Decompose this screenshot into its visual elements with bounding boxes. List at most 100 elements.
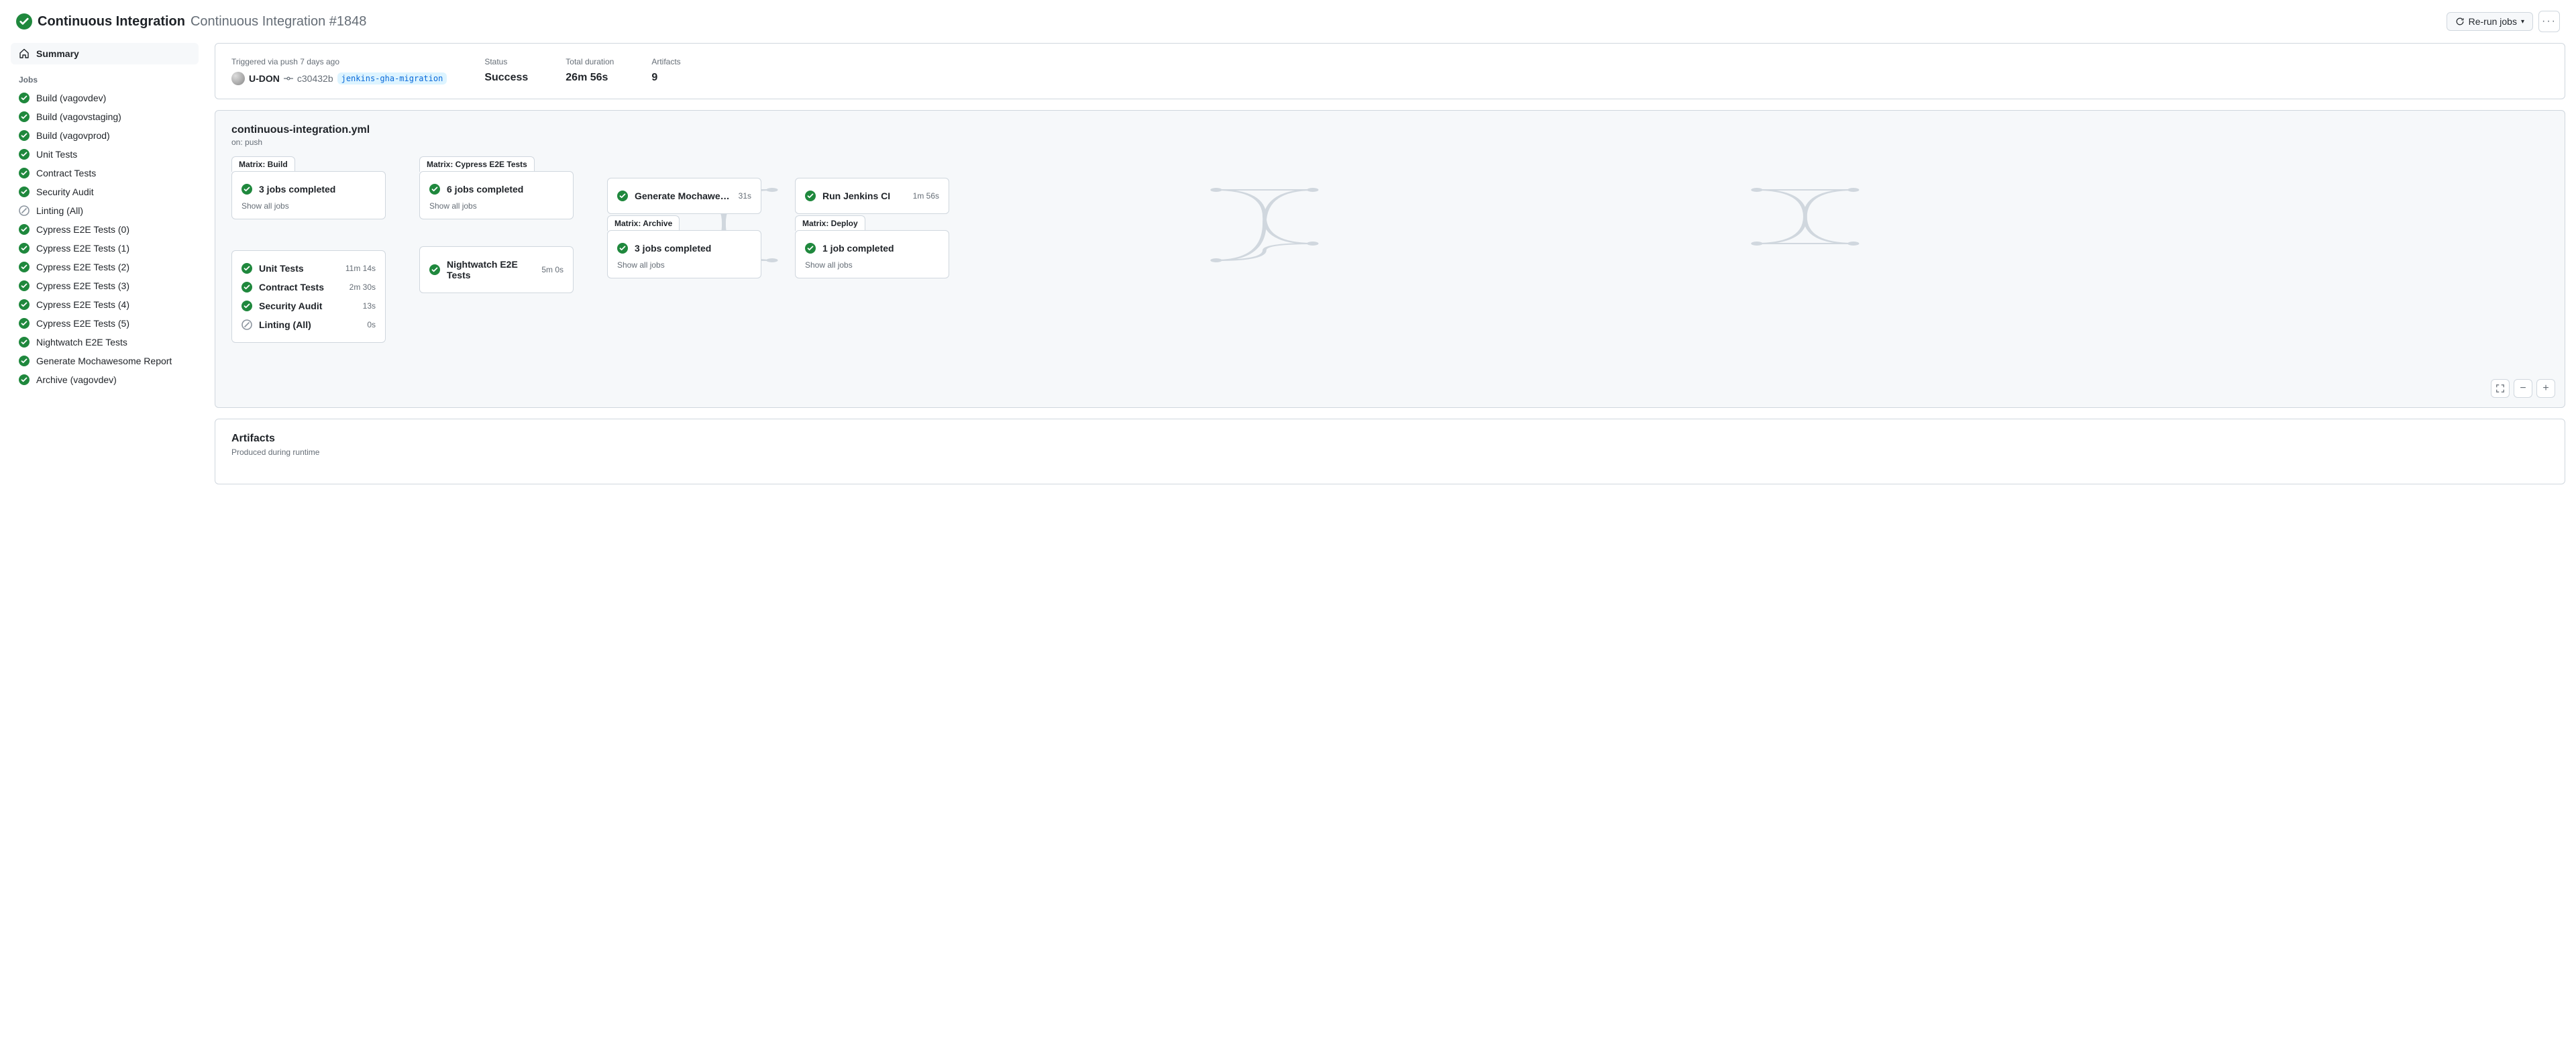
sidebar-job-item[interactable]: Build (vagovprod) [11, 126, 199, 145]
graph-job-time: 0s [367, 320, 376, 329]
commit-sha[interactable]: c30432b [297, 73, 333, 84]
workflow-run-number: Continuous Integration #1848 [191, 14, 366, 30]
sidebar-job-label: Cypress E2E Tests (2) [36, 262, 129, 272]
graph-card-cypress[interactable]: 6 jobs completed Show all jobs [419, 171, 574, 219]
success-icon [241, 282, 252, 293]
rerun-jobs-button[interactable]: Re-run jobs ▾ [2447, 12, 2533, 31]
zoom-in-button[interactable]: + [2536, 379, 2555, 398]
avatar[interactable] [231, 72, 245, 85]
sidebar-job-label: Cypress E2E Tests (5) [36, 318, 129, 329]
home-icon [19, 48, 30, 59]
success-icon [429, 264, 440, 275]
duration-label: Total duration [566, 57, 614, 66]
sidebar-job-label: Build (vagovdev) [36, 93, 106, 103]
graph-job-name: Contract Tests [259, 282, 343, 293]
sidebar-job-label: Cypress E2E Tests (1) [36, 243, 129, 254]
sidebar-job-label: Linting (All) [36, 205, 83, 216]
show-all-jobs[interactable]: Show all jobs [805, 260, 939, 270]
sidebar-job-label: Contract Tests [36, 168, 96, 178]
sidebar-job-label: Unit Tests [36, 149, 77, 160]
kebab-menu-button[interactable]: ··· [2538, 11, 2560, 32]
sidebar-job-label: Cypress E2E Tests (4) [36, 299, 129, 310]
graph-job-row[interactable]: Security Audit13s [241, 297, 376, 315]
artifacts-sub: Produced during runtime [231, 447, 2548, 457]
workflow-graph-panel: continuous-integration.yml on: push [215, 110, 2565, 408]
graph-card-title: 3 jobs completed [635, 243, 751, 254]
kebab-icon: ··· [2542, 15, 2557, 28]
trigger-user[interactable]: U-DON [249, 73, 280, 84]
matrix-label-build: Matrix: Build [231, 156, 295, 172]
artifacts-value[interactable]: 9 [651, 72, 680, 84]
graph-card-jenkins[interactable]: Run Jenkins CI 1m 56s [795, 178, 949, 214]
show-all-jobs[interactable]: Show all jobs [429, 201, 564, 211]
sidebar-jobs-label: Jobs [11, 64, 199, 89]
graph-card-title: Run Jenkins CI [822, 191, 906, 201]
success-icon [19, 187, 30, 197]
duration-value: 26m 56s [566, 72, 614, 84]
sidebar-summary[interactable]: Summary [11, 43, 199, 64]
sidebar-job-item[interactable]: Cypress E2E Tests (2) [11, 258, 199, 276]
graph-job-name: Linting (All) [259, 319, 360, 330]
success-icon [19, 374, 30, 385]
matrix-label-cypress: Matrix: Cypress E2E Tests [419, 156, 535, 172]
sidebar-job-item[interactable]: Linting (All) [11, 201, 199, 220]
graph-card-build[interactable]: 3 jobs completed Show all jobs [231, 171, 386, 219]
sidebar-job-label: Archive (vagovdev) [36, 374, 117, 385]
success-icon [617, 191, 628, 201]
workflow-file[interactable]: continuous-integration.yml [231, 124, 2548, 136]
graph-card-nightwatch[interactable]: Nightwatch E2E Tests 5m 0s [419, 246, 574, 293]
sidebar-job-label: Cypress E2E Tests (3) [36, 280, 129, 291]
sidebar-job-item[interactable]: Cypress E2E Tests (1) [11, 239, 199, 258]
sidebar-job-label: Build (vagovprod) [36, 130, 110, 141]
graph-card-time: 5m 0s [541, 265, 564, 274]
graph-job-time: 11m 14s [345, 264, 376, 273]
graph-job-time: 2m 30s [350, 282, 376, 292]
workflow-graph[interactable]: Matrix: Build 3 jobs completed Show all … [231, 156, 2548, 391]
status-value: Success [484, 72, 528, 84]
sidebar-job-label: Cypress E2E Tests (0) [36, 224, 129, 235]
success-icon [19, 337, 30, 348]
refresh-icon [2455, 17, 2465, 26]
sidebar-job-item[interactable]: Generate Mochawesome Report [11, 352, 199, 370]
run-summary-panel: Triggered via push 7 days ago U-DON c304… [215, 43, 2565, 99]
sidebar-job-item[interactable]: Build (vagovdev) [11, 89, 199, 107]
graph-card-archive[interactable]: 3 jobs completed Show all jobs [607, 230, 761, 278]
graph-card-stack[interactable]: Unit Tests11m 14s Contract Tests 2m 30s Sec… [231, 250, 386, 343]
sidebar-job-item[interactable]: Nightwatch E2E Tests [11, 333, 199, 352]
show-all-jobs[interactable]: Show all jobs [241, 201, 376, 211]
sidebar-job-item[interactable]: Archive (vagovdev) [11, 370, 199, 389]
success-icon [241, 263, 252, 274]
graph-job-row[interactable]: Unit Tests11m 14s [241, 259, 376, 278]
artifacts-panel: Artifacts Produced during runtime [215, 419, 2565, 484]
graph-card-deploy[interactable]: 1 job completed Show all jobs [795, 230, 949, 278]
show-all-jobs[interactable]: Show all jobs [617, 260, 751, 270]
success-icon [19, 130, 30, 141]
zoom-out-button[interactable]: − [2514, 379, 2532, 398]
sidebar: Summary Jobs Build (vagovdev) Build (vago… [11, 43, 199, 495]
sidebar-job-item[interactable]: Unit Tests [11, 145, 199, 164]
sidebar-job-item[interactable]: Cypress E2E Tests (5) [11, 314, 199, 333]
sidebar-job-item[interactable]: Cypress E2E Tests (3) [11, 276, 199, 295]
sidebar-job-item[interactable]: Cypress E2E Tests (4) [11, 295, 199, 314]
success-icon [19, 299, 30, 310]
sidebar-job-item[interactable]: Cypress E2E Tests (0) [11, 220, 199, 239]
success-icon [241, 301, 252, 311]
success-icon [19, 224, 30, 235]
fullscreen-icon [2496, 384, 2505, 393]
fullscreen-button[interactable] [2491, 379, 2510, 398]
branch-chip[interactable]: jenkins-gha-migration [337, 72, 447, 85]
sidebar-job-item[interactable]: Security Audit [11, 182, 199, 201]
success-icon [19, 93, 30, 103]
sidebar-job-item[interactable]: Build (vagovstaging) [11, 107, 199, 126]
graph-card-time: 31s [739, 191, 751, 201]
graph-card-mochawesome[interactable]: Generate Mochawesome … 31s [607, 178, 761, 214]
commit-icon [284, 74, 293, 83]
artifacts-label: Artifacts [651, 57, 680, 66]
graph-job-row[interactable]: Linting (All) 0s [241, 315, 376, 334]
sidebar-job-label: Security Audit [36, 187, 94, 197]
graph-job-row[interactable]: Contract Tests 2m 30s [241, 278, 376, 297]
sidebar-job-item[interactable]: Contract Tests [11, 164, 199, 182]
workflow-title: Continuous Integration [38, 14, 185, 30]
graph-card-title: 6 jobs completed [447, 184, 564, 195]
status-label: Status [484, 57, 528, 66]
